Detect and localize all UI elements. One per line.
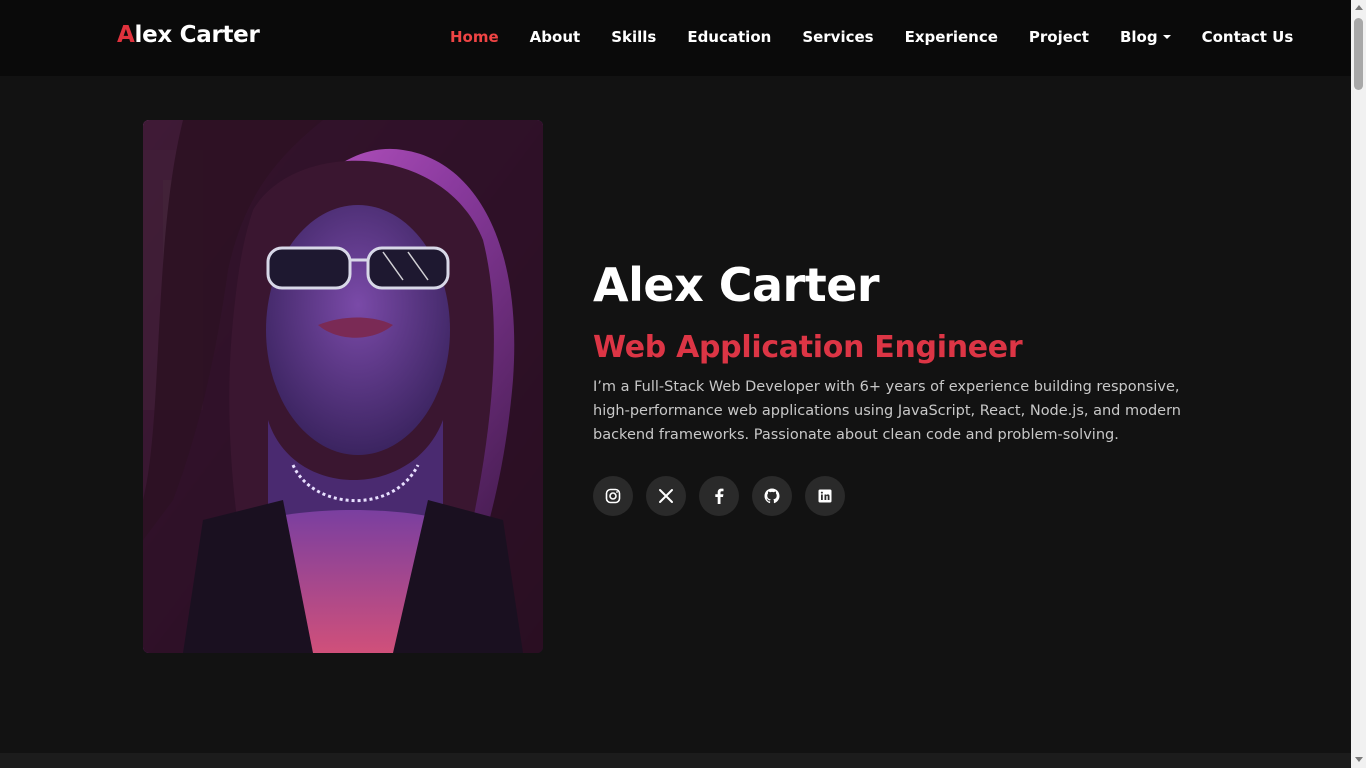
brand-logo[interactable]: Alex Carter bbox=[117, 22, 260, 48]
nav-home[interactable]: Home bbox=[450, 28, 499, 46]
scrollbar-thumb[interactable] bbox=[1354, 18, 1363, 90]
facebook-icon bbox=[715, 488, 724, 504]
brand-rest: lex Carter bbox=[134, 22, 260, 48]
linkedin-button[interactable] bbox=[805, 476, 845, 516]
x-twitter-icon bbox=[659, 489, 673, 503]
nav-contact[interactable]: Contact Us bbox=[1202, 28, 1294, 46]
next-section-edge bbox=[0, 753, 1351, 768]
nav-about[interactable]: About bbox=[530, 28, 581, 46]
nav-education[interactable]: Education bbox=[687, 28, 771, 46]
x-twitter-button[interactable] bbox=[646, 476, 686, 516]
nav-experience[interactable]: Experience bbox=[905, 28, 998, 46]
instagram-icon bbox=[605, 488, 621, 504]
navbar: Alex Carter Home About Skills Education … bbox=[0, 0, 1351, 76]
portrait-photo bbox=[143, 120, 543, 653]
github-button[interactable] bbox=[752, 476, 792, 516]
scroll-down-arrow-icon[interactable] bbox=[1355, 757, 1363, 762]
hero-bio: I’m a Full-Stack Web Developer with 6+ y… bbox=[593, 379, 1182, 443]
hero-name: Alex Carter bbox=[593, 258, 880, 312]
main-nav: Home About Skills Education Services Exp… bbox=[450, 28, 1293, 46]
brand-first-letter: A bbox=[117, 22, 135, 48]
chevron-down-icon bbox=[1162, 35, 1171, 39]
nav-skills[interactable]: Skills bbox=[611, 28, 656, 46]
linkedin-icon bbox=[818, 489, 832, 503]
page-scrollbar[interactable] bbox=[1351, 0, 1366, 768]
nav-project[interactable]: Project bbox=[1029, 28, 1089, 46]
nav-blog[interactable]: Blog bbox=[1120, 28, 1171, 46]
facebook-button[interactable] bbox=[699, 476, 739, 516]
hero-role: Web Application Engineer bbox=[593, 330, 1023, 365]
scroll-up-arrow-icon[interactable] bbox=[1355, 5, 1363, 10]
instagram-button[interactable] bbox=[593, 476, 633, 516]
nav-blog-label: Blog bbox=[1119, 28, 1158, 46]
portrait-illustration bbox=[143, 120, 543, 653]
github-icon bbox=[764, 488, 780, 504]
social-links bbox=[593, 476, 845, 516]
nav-services[interactable]: Services bbox=[802, 28, 873, 46]
